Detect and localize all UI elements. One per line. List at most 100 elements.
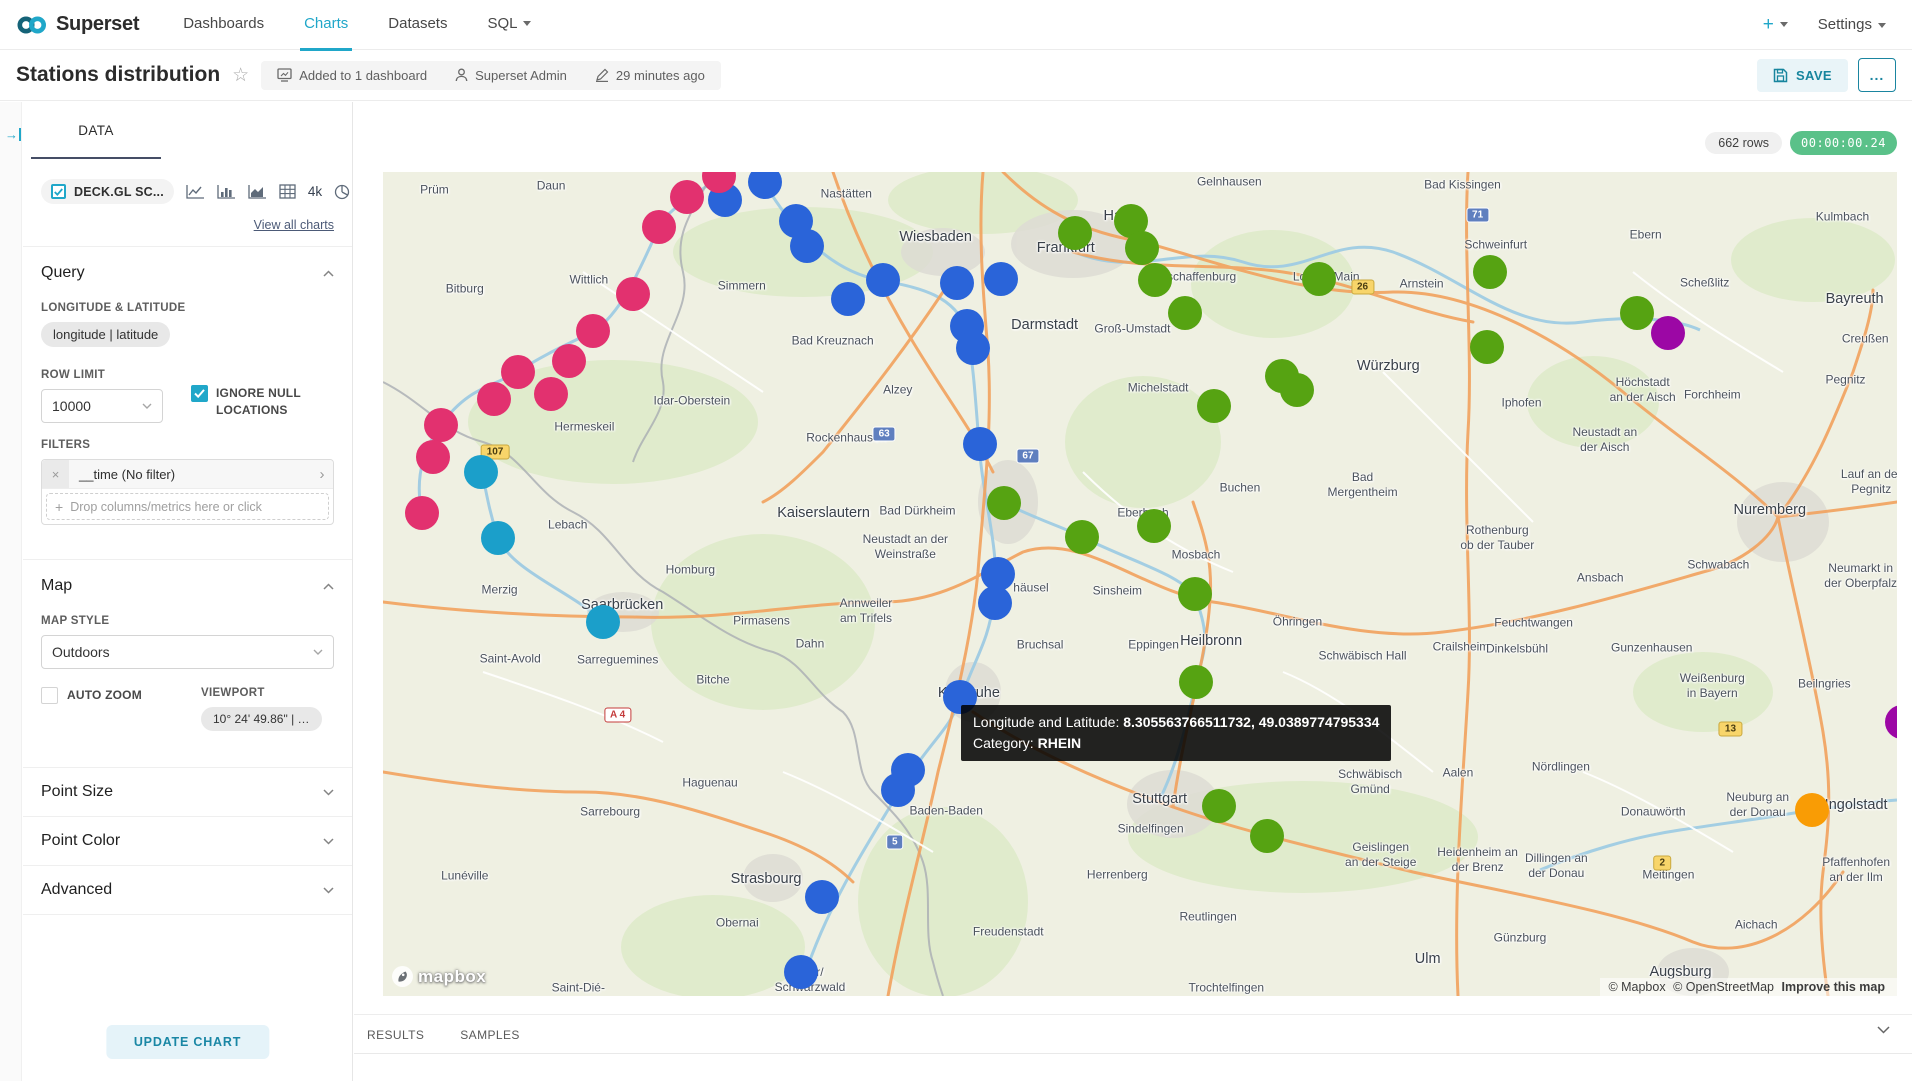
map-point-blue[interactable] bbox=[963, 427, 997, 461]
chart-owner[interactable]: Superset Admin bbox=[455, 68, 567, 83]
map-point-cyan[interactable] bbox=[481, 521, 515, 555]
map-point-blue[interactable] bbox=[984, 262, 1018, 296]
auto-zoom-checkbox[interactable] bbox=[41, 687, 58, 704]
viz-type-chip[interactable]: DECK.GL SC... bbox=[41, 179, 174, 204]
pie-chart-icon[interactable] bbox=[334, 184, 350, 200]
map-point-green[interactable] bbox=[1620, 296, 1654, 330]
last-modified[interactable]: 29 minutes ago bbox=[595, 68, 705, 83]
map-point-green[interactable] bbox=[1065, 520, 1099, 554]
osm-attribution-link[interactable]: © OpenStreetMap bbox=[1673, 980, 1774, 994]
map-point-green[interactable] bbox=[1179, 665, 1213, 699]
bar-chart-icon[interactable] bbox=[217, 184, 236, 199]
map-point-blue[interactable] bbox=[940, 266, 974, 300]
lonlat-value-pill[interactable]: longitude | latitude bbox=[41, 322, 170, 347]
view-all-charts-link[interactable]: View all charts bbox=[23, 206, 352, 246]
nav-item-charts[interactable]: Charts bbox=[284, 0, 368, 50]
filter-item-time[interactable]: × __time (No filter) › bbox=[42, 460, 333, 489]
favorite-star-icon[interactable]: ☆ bbox=[232, 64, 249, 87]
new-item-button[interactable]: + bbox=[1763, 14, 1788, 36]
map-point-blue[interactable] bbox=[831, 282, 865, 316]
filter-expand-icon: › bbox=[311, 460, 333, 488]
point-size-section[interactable]: Point Size bbox=[23, 768, 352, 816]
point-color-section[interactable]: Point Color bbox=[23, 817, 352, 865]
map-point-green[interactable] bbox=[1473, 255, 1507, 289]
superset-logo[interactable]: Superset bbox=[0, 13, 163, 36]
map-point-pink[interactable] bbox=[576, 314, 610, 348]
map-point-purple[interactable] bbox=[1651, 316, 1685, 350]
map-point-green[interactable] bbox=[1197, 389, 1231, 423]
map-point-pink[interactable] bbox=[416, 440, 450, 474]
map-point-blue[interactable] bbox=[784, 955, 818, 989]
chevron-down-icon bbox=[323, 887, 334, 894]
map-point-pink[interactable] bbox=[642, 210, 676, 244]
map-point-blue[interactable] bbox=[805, 880, 839, 914]
improve-map-link[interactable]: Improve this map bbox=[1782, 980, 1886, 994]
collapse-results-icon[interactable] bbox=[1877, 1026, 1890, 1034]
map-point-pink[interactable] bbox=[424, 408, 458, 442]
area-chart-icon[interactable] bbox=[248, 184, 267, 199]
mapbox-logo[interactable]: mapbox bbox=[391, 965, 486, 988]
tab-data[interactable]: DATA bbox=[31, 102, 161, 159]
map-point-pink[interactable] bbox=[670, 180, 704, 214]
map-point-cyan[interactable] bbox=[586, 605, 620, 639]
control-panel: DATA DECK.GL SC... 4k View all charts Qu… bbox=[23, 102, 353, 1081]
map-point-pink[interactable] bbox=[616, 277, 650, 311]
map-canvas[interactable]: Longitude and Latitude: 8.30556376651173… bbox=[383, 172, 1897, 996]
map-point-blue[interactable] bbox=[790, 229, 824, 263]
map-point-green[interactable] bbox=[1280, 373, 1314, 407]
superset-infinity-icon bbox=[16, 14, 48, 36]
map-section-header[interactable]: Map bbox=[23, 560, 352, 599]
map-place-label: Simmern bbox=[718, 278, 766, 293]
map-point-blue[interactable] bbox=[866, 263, 900, 297]
map-point-green[interactable] bbox=[1470, 330, 1504, 364]
expand-datasource-icon[interactable]: → bbox=[5, 128, 21, 141]
map-point-pink[interactable] bbox=[534, 377, 568, 411]
map-point-green[interactable] bbox=[1302, 262, 1336, 296]
nav-item-dashboards[interactable]: Dashboards bbox=[163, 0, 284, 50]
save-icon bbox=[1773, 68, 1788, 83]
map-point-green[interactable] bbox=[1178, 577, 1212, 611]
nav-item-datasets[interactable]: Datasets bbox=[368, 0, 467, 50]
row-limit-select[interactable]: 10000 bbox=[41, 389, 163, 423]
map-place-label: Crailsheim bbox=[1433, 639, 1490, 654]
map-style-select[interactable]: Outdoors bbox=[41, 635, 334, 669]
map-point-green[interactable] bbox=[1202, 789, 1236, 823]
save-button[interactable]: SAVE bbox=[1757, 59, 1848, 92]
update-chart-button[interactable]: UPDATE CHART bbox=[106, 1025, 269, 1059]
map-point-pink[interactable] bbox=[552, 344, 586, 378]
map-place-label: Alzey bbox=[883, 383, 912, 398]
query-section-header[interactable]: Query bbox=[23, 247, 352, 286]
dashboard-count[interactable]: Added to 1 dashboard bbox=[277, 68, 427, 83]
more-options-button[interactable]: ... bbox=[1858, 58, 1896, 92]
map-point-green[interactable] bbox=[1058, 216, 1092, 250]
settings-menu[interactable]: Settings bbox=[1818, 16, 1886, 33]
nav-item-sql[interactable]: SQL bbox=[467, 0, 551, 50]
map-point-green[interactable] bbox=[987, 486, 1021, 520]
map-place-label: Aichach bbox=[1735, 918, 1778, 933]
map-point-pink[interactable] bbox=[405, 496, 439, 530]
tab-samples[interactable]: SAMPLES bbox=[460, 1028, 520, 1042]
big-number-icon[interactable]: 4k bbox=[308, 184, 322, 199]
map-point-green[interactable] bbox=[1250, 819, 1284, 853]
ignore-null-checkbox[interactable] bbox=[191, 385, 208, 402]
map-point-pink[interactable] bbox=[477, 382, 511, 416]
advanced-section[interactable]: Advanced bbox=[23, 866, 352, 914]
map-point-cyan[interactable] bbox=[464, 455, 498, 489]
line-chart-icon[interactable] bbox=[186, 184, 205, 199]
table-chart-icon[interactable] bbox=[279, 184, 296, 199]
map-place-label: Buchen bbox=[1220, 480, 1261, 495]
map-point-pink[interactable] bbox=[501, 355, 535, 389]
map-point-orange[interactable] bbox=[1795, 793, 1829, 827]
map-point-green[interactable] bbox=[1125, 231, 1159, 265]
map-point-blue[interactable] bbox=[881, 773, 915, 807]
map-point-blue[interactable] bbox=[956, 331, 990, 365]
filter-drop-zone[interactable]: + Drop columns/metrics here or click bbox=[46, 493, 329, 520]
map-point-green[interactable] bbox=[1168, 296, 1202, 330]
map-point-green[interactable] bbox=[1138, 263, 1172, 297]
mapbox-attribution-link[interactable]: © Mapbox bbox=[1608, 980, 1665, 994]
map-point-green[interactable] bbox=[1137, 509, 1171, 543]
tab-results[interactable]: RESULTS bbox=[367, 1028, 424, 1042]
viewport-value-pill[interactable]: 10° 24' 49.86" | … bbox=[201, 707, 322, 731]
map-point-blue[interactable] bbox=[978, 586, 1012, 620]
remove-filter-icon[interactable]: × bbox=[42, 460, 69, 488]
